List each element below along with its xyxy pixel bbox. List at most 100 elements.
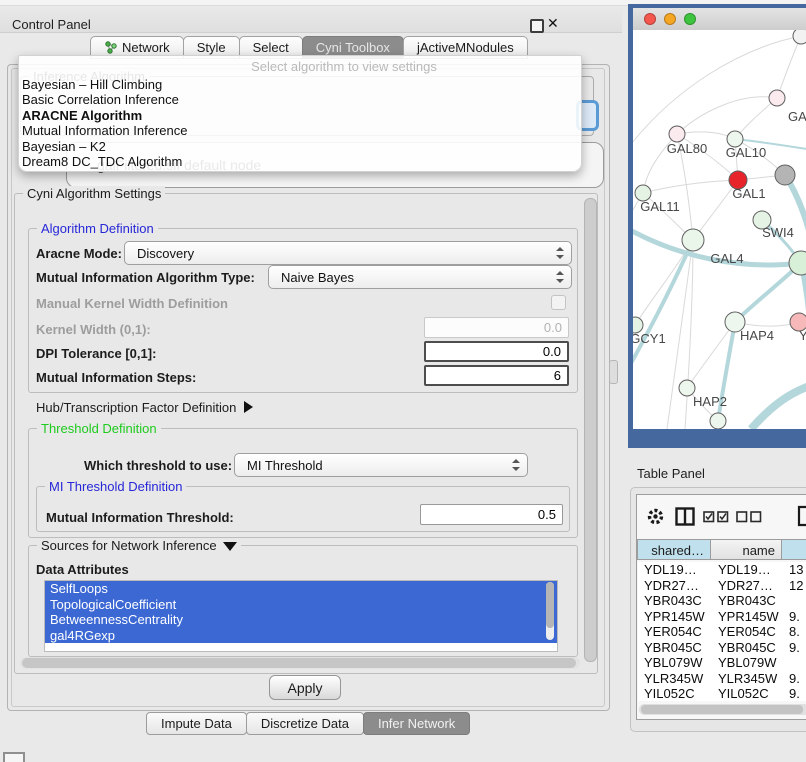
mi-type-combobox[interactable]: Naive Bayes: [268, 265, 572, 289]
data-attribute-item[interactable]: SelfLoops: [45, 581, 557, 597]
collapsed-arrow-icon: [244, 401, 253, 413]
aracne-mode-combobox[interactable]: Discovery: [124, 241, 572, 265]
settings-hscrollbar-thumb[interactable]: [22, 658, 576, 668]
mi-threshold-field[interactable]: [420, 504, 563, 525]
kernel-width-field[interactable]: [424, 317, 569, 338]
sources-group-title: Sources for Network Inference: [37, 538, 241, 553]
table-row[interactable]: YIL052CYIL052C9.: [638, 686, 806, 701]
hub-definition-expander[interactable]: Hub/Transcription Factor Definition: [36, 400, 253, 415]
table-row[interactable]: YBR043CYBR043C: [638, 593, 806, 609]
network-node-gal[interactable]: [769, 90, 785, 106]
network-node-label: GAL1: [732, 186, 765, 201]
mac-zoom-icon[interactable]: [684, 13, 696, 25]
bottom-tab-infer-network[interactable]: Infer Network: [363, 712, 470, 735]
float-window-icon[interactable]: [530, 19, 544, 33]
which-threshold-label: Which threshold to use:: [84, 458, 232, 473]
network-node[interactable]: [710, 413, 726, 429]
table-cell: YBR045C: [712, 640, 783, 656]
network-node-label: Y: [799, 328, 806, 343]
mac-close-icon[interactable]: [644, 13, 656, 25]
table-panel-title: Table Panel: [637, 466, 705, 481]
data-attributes-list: SelfLoopsTopologicalCoefficientBetweenne…: [44, 580, 558, 652]
table-hscrollbar-thumb[interactable]: [641, 705, 803, 714]
algorithm-option[interactable]: Bayesian – K2: [19, 139, 581, 154]
table-header-row: shared…name: [637, 539, 806, 562]
data-attributes-label: Data Attributes: [36, 562, 129, 577]
network-node-label: GAL11: [640, 199, 680, 214]
mi-steps-label: Mutual Information Steps:: [36, 370, 196, 385]
mi-type-value: Naive Bayes: [281, 270, 354, 285]
network-canvas[interactable]: GALGAL80GAL10GAL1GAL11SWI4GAL4GCY1HAP4YH…: [633, 30, 806, 429]
minimized-panel-icon[interactable]: [3, 752, 25, 762]
table-cell: YBR043C: [638, 593, 712, 609]
column-header-shared…[interactable]: shared…: [637, 539, 711, 560]
split-columns-icon[interactable]: [675, 507, 695, 526]
bottom-tab-discretize-data[interactable]: Discretize Data: [246, 712, 364, 735]
network-window: GALGAL80GAL10GAL1GAL11SWI4GAL4GCY1HAP4YH…: [628, 4, 806, 448]
table-cell: YER054C: [712, 624, 783, 640]
table-row[interactable]: YBR045CYBR045C9.: [638, 640, 806, 656]
table-cell: 9.: [783, 686, 806, 701]
table-cell: YDR27…: [712, 578, 783, 594]
which-threshold-combobox[interactable]: MI Threshold: [234, 453, 528, 477]
table-row[interactable]: YBL079WYBL079W: [638, 655, 806, 671]
network-edge[interactable]: [777, 36, 801, 98]
export-table-icon[interactable]: [797, 505, 806, 527]
apply-button[interactable]: Apply: [269, 675, 341, 700]
network-node[interactable]: [775, 165, 795, 185]
table-row[interactable]: YDL19…YDL19…13: [638, 562, 806, 578]
gear-icon[interactable]: [646, 507, 665, 526]
network-edge[interactable]: [735, 263, 801, 322]
dpi-tolerance-field[interactable]: [424, 341, 569, 362]
network-graph: GALGAL80GAL10GAL1GAL11SWI4GAL4GCY1HAP4YH…: [633, 30, 806, 429]
table-row[interactable]: YDR27…YDR27…12: [638, 578, 806, 594]
algorithm-option[interactable]: Dream8 DC_TDC Algorithm: [19, 154, 581, 169]
algorithm-dropdown-popup: Select algorithm to view settings Bayesi…: [18, 55, 582, 172]
table-cell: YDL19…: [712, 562, 783, 578]
mi-steps-field[interactable]: [424, 365, 569, 386]
settings-horizontal-scrollbar: [20, 657, 580, 669]
close-icon[interactable]: ✕: [547, 15, 559, 32]
table-body: YDL19…YDL19…13YDR27…YDR27…12YBR043CYBR04…: [638, 562, 806, 701]
network-node-label: GAL: [788, 109, 806, 124]
network-node[interactable]: [793, 30, 806, 44]
network-edge[interactable]: [677, 97, 777, 134]
table-cell: YIL052C: [712, 686, 783, 701]
table-horizontal-scrollbar: [639, 704, 806, 715]
network-edge[interactable]: [751, 384, 806, 429]
table-cell: YIL052C: [638, 686, 712, 701]
algorithm-option[interactable]: ARACNE Algorithm: [19, 108, 581, 123]
algorithm-option[interactable]: Bayesian – Hill Climbing: [19, 77, 581, 92]
network-node-gal4[interactable]: [682, 229, 704, 251]
network-node-label: HAP4: [740, 328, 774, 343]
table-cell: 9.: [783, 609, 806, 625]
select-all-checkboxes-icon[interactable]: [703, 511, 730, 523]
table-row[interactable]: YER054CYER054C8.: [638, 624, 806, 640]
table-cell: YPR145W: [638, 609, 712, 625]
settings-vertical-scrollbar: [583, 196, 596, 664]
network-node-gal80[interactable]: [669, 126, 685, 142]
mi-threshold-label: Mutual Information Threshold:: [46, 510, 234, 525]
network-edge[interactable]: [735, 98, 777, 139]
data-attribute-item[interactable]: TopologicalCoefficient: [45, 597, 557, 613]
column-header-name[interactable]: name: [711, 539, 782, 560]
network-edge[interactable]: [643, 180, 738, 193]
table-row[interactable]: YPR145WYPR145W9.: [638, 609, 806, 625]
data-attribute-item[interactable]: BetweennessCentrality: [45, 612, 557, 628]
panel-splitter[interactable]: [609, 360, 618, 384]
hub-definition-label: Hub/Transcription Factor Definition: [36, 400, 236, 415]
algorithm-option[interactable]: Mutual Information Inference: [19, 123, 581, 138]
mac-minimize-icon[interactable]: [664, 13, 676, 25]
table-cell: 8.: [783, 624, 806, 640]
algorithm-option[interactable]: Basic Correlation Inference: [19, 92, 581, 107]
column-header-extra[interactable]: [782, 539, 806, 560]
algorithm-definition-title: Algorithm Definition: [37, 221, 158, 236]
bottom-tab-impute-data[interactable]: Impute Data: [146, 712, 247, 735]
manual-kernel-checkbox[interactable]: [551, 295, 566, 310]
data-attribute-item[interactable]: gal4RGexp: [45, 628, 557, 644]
table-row[interactable]: YLR345WYLR345W9.: [638, 671, 806, 687]
deselect-all-checkboxes-icon[interactable]: [736, 511, 763, 523]
network-edge[interactable]: [677, 132, 735, 139]
attributes-scrollbar-thumb[interactable]: [546, 582, 554, 628]
settings-vscrollbar-thumb[interactable]: [584, 198, 597, 662]
